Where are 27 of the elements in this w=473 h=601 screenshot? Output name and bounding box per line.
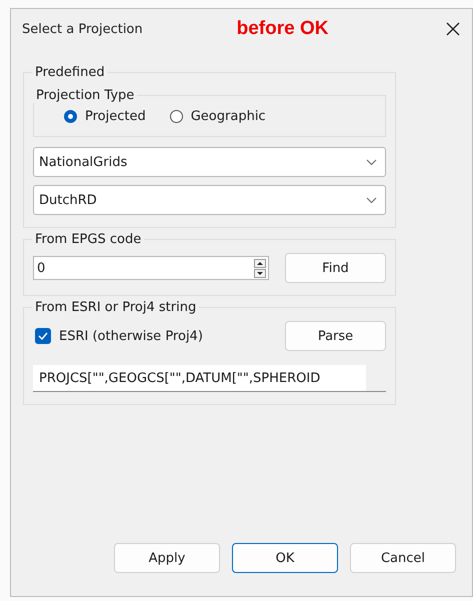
dialog-button[interactable]: Cancel	[350, 543, 456, 573]
radio-label[interactable]: Geographic	[190, 109, 266, 124]
parse-button[interactable]: Parse	[285, 321, 386, 351]
chevron-down-icon	[366, 158, 377, 166]
checkbox-label[interactable]: ESRI (otherwise Proj4)	[59, 328, 203, 344]
checkbox[interactable]	[35, 328, 51, 344]
radio-label[interactable]: Projected	[85, 109, 146, 124]
dropdown[interactable]: NationalGrids	[33, 147, 386, 177]
dialog-button[interactable]: OK	[232, 543, 338, 573]
spin-up-icon[interactable]	[254, 258, 266, 268]
group-title: Projection Type	[35, 88, 136, 103]
radio-button[interactable]	[64, 110, 77, 123]
chevron-down-icon	[366, 196, 377, 204]
spin-down-icon[interactable]	[254, 268, 266, 278]
window-title: Select a Projection	[22, 22, 143, 36]
dialog-button[interactable]: Apply	[114, 543, 220, 573]
close-icon[interactable]	[446, 22, 460, 36]
text-field[interactable]: PROJCS["",GEOGCS["",DATUM["",SPHEROID	[33, 365, 386, 392]
check-icon	[38, 332, 48, 340]
annotation-text: before OK	[236, 18, 328, 40]
group-title: From ESRI or Proj4 string	[34, 300, 198, 315]
number-field[interactable]: 0	[33, 256, 269, 280]
radio-button[interactable]	[170, 110, 183, 123]
group-title: From EPGS code	[34, 232, 142, 247]
find-button[interactable]: Find	[285, 253, 386, 283]
dropdown[interactable]: DutchRD	[33, 185, 386, 215]
group-title: Predefined	[34, 65, 106, 80]
